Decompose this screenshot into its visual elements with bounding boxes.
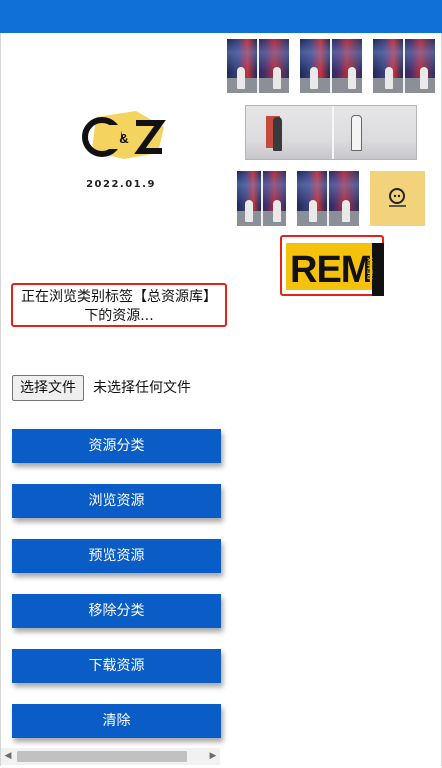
clear-button[interactable]: 清除 — [12, 704, 221, 738]
horizontal-scrollbar[interactable]: ◀ ▶ — [1, 748, 220, 765]
browse-resource-button[interactable]: 浏览资源 — [12, 484, 221, 518]
scroll-right-icon[interactable]: ▶ — [206, 748, 220, 765]
gallery-thumb-studio[interactable] — [245, 105, 417, 160]
gallery-thumb-dance-5[interactable] — [297, 171, 359, 226]
scroll-left-icon[interactable]: ◀ — [1, 748, 15, 765]
rem-subtext: REMIX — [367, 257, 375, 280]
scrollbar-thumb[interactable] — [17, 751, 187, 762]
logo-ampersand: & — [119, 131, 128, 146]
remove-category-button[interactable]: 移除分类 — [12, 594, 221, 628]
file-status-text: 未选择任何文件 — [93, 380, 191, 396]
rem-text: REM — [290, 249, 372, 291]
download-resource-button[interactable]: 下载资源 — [12, 649, 221, 683]
classify-resource-button[interactable]: 资源分类 — [12, 429, 221, 463]
rem-image: REM REMIX — [286, 243, 384, 296]
gallery-thumb-dance-1[interactable] — [227, 39, 289, 93]
cz-logo: & 2022.01.9 — [82, 111, 166, 190]
gallery-thumb-rem-selected[interactable]: REM REMIX — [280, 235, 384, 296]
mini-logo-icon — [389, 188, 406, 207]
gallery-thumb-yellow-logo[interactable] — [370, 171, 425, 226]
browse-status-box: 正在浏览类别标签【总资源库】 下的资源... — [11, 283, 227, 327]
browse-status-line1: 正在浏览类别标签【总资源库】 — [21, 289, 217, 305]
gallery-thumb-dance-4[interactable] — [237, 171, 286, 226]
top-bar — [0, 0, 442, 33]
gallery-thumb-dance-2[interactable] — [300, 39, 362, 93]
logo-date: 2022.01.9 — [86, 179, 156, 190]
gallery-thumb-dance-3[interactable] — [373, 39, 435, 93]
preview-resource-button[interactable]: 预览资源 — [12, 539, 221, 573]
browse-status-line2: 下的资源... — [84, 308, 154, 324]
choose-file-button[interactable]: 选择文件 — [12, 375, 84, 401]
